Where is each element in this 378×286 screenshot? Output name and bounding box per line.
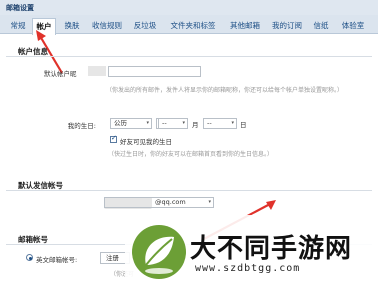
watermark-title: 大不同手游网 [190,234,353,264]
english-account-label: 英文邮箱帐号: [36,256,78,264]
birthday-visible-label: 好友可见我的生日 [120,138,172,146]
watermark-logo [132,225,186,279]
month-value: -- [162,119,167,127]
calendar-type-select[interactable]: 公历 ▾ [110,118,152,129]
watermark-url: www.szdbtgg.com [195,263,301,274]
tab-receive-rules[interactable]: 收信规则 [88,18,126,34]
chevron-down-icon: ▾ [231,120,234,126]
tab-stationery[interactable]: 信纸 [310,18,332,34]
default-sender-value: @qq.com [155,198,186,206]
english-account-radio[interactable] [26,254,33,261]
day-unit: 日 [240,121,247,129]
tab-general[interactable]: 常规 [6,18,30,34]
chevron-down-icon: ▾ [182,120,185,126]
tab-anti-spam[interactable]: 反垃圾 [130,18,160,34]
birthday-visible-checkbox[interactable] [110,134,117,143]
birthday-hint: （快过生日时，你的好友可以在邮箱首页看到你的生日信息。） [108,151,274,158]
birthday-label: 我的生日: [67,122,96,130]
tab-other-mailbox[interactable]: 其他邮箱 [226,18,264,34]
day-select[interactable]: -- ▾ [203,118,237,129]
tab-subscriptions[interactable]: 我的订阅 [268,18,306,34]
nickname-hint: （你发出的所有邮件，发件人将显示你的邮箱昵称，你还可以给每个帐户单独设置昵称。） [106,87,344,94]
day-value: -- [207,119,212,127]
tab-folders-labels[interactable]: 文件夹和标签 [164,18,222,34]
month-select[interactable]: -- ▾ [158,118,188,129]
month-unit: 月 [192,121,199,129]
window-title: 邮箱设置 [6,4,34,12]
tab-lab[interactable]: 体验室 [336,18,370,34]
top-bar: 邮箱设置 [0,0,378,15]
leaf-icon [145,236,174,274]
chevron-down-icon: ▾ [146,120,149,126]
divider [6,190,372,191]
redacted-block [88,66,106,76]
nickname-input[interactable] [108,66,201,77]
divider [6,56,372,57]
calendar-type-value: 公历 [114,119,127,127]
